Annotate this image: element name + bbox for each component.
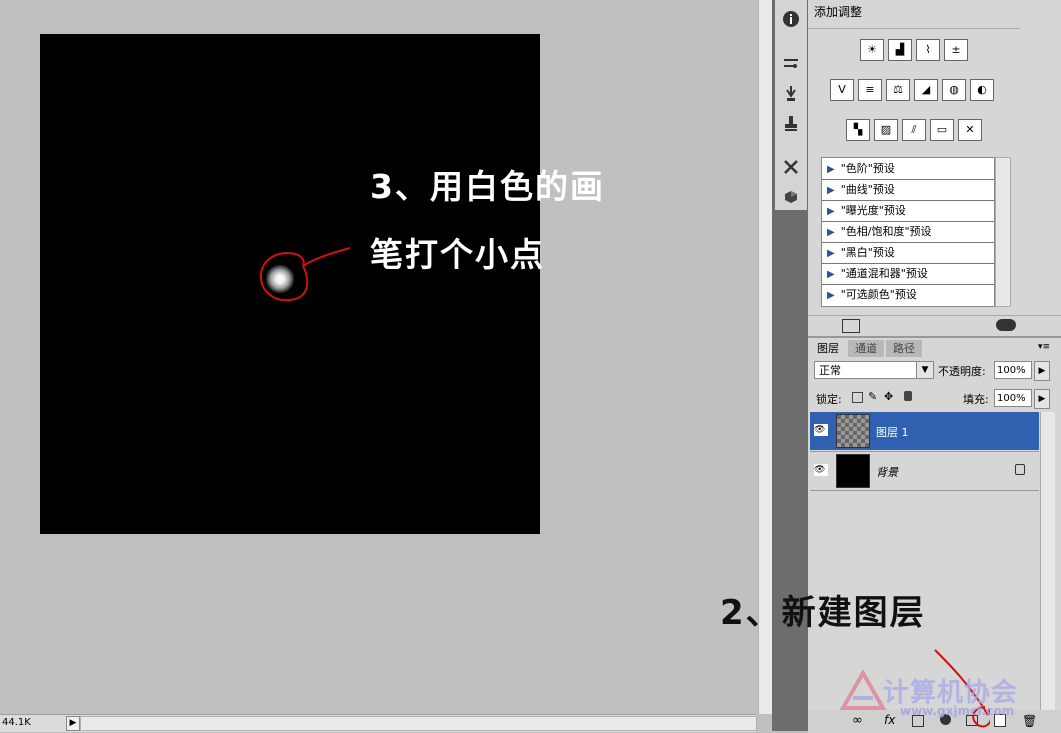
adjustments-panel: 添加调整 ☀ ▟ ⌇ ± V ≡ ⚖ ◢ ◍ ◐ ▚ ▨ ⫽ ▭ ✕ ▶ "色阶"… <box>808 0 1061 336</box>
clone-source-icon[interactable] <box>780 82 802 104</box>
stamp-icon[interactable] <box>780 112 802 134</box>
instruction-step3-line1: 3、用白色的画 <box>370 167 605 206</box>
layer-name: 图层 1 <box>876 426 909 439</box>
layer-name: 背景 <box>876 466 898 479</box>
watermark-url: www.gxjmcf.com <box>900 704 1015 718</box>
divider <box>808 315 1061 316</box>
chevron-down-icon[interactable]: ▼ <box>916 362 933 378</box>
panel-menu-icon[interactable]: ▾≡ <box>1038 342 1050 352</box>
lock-icon <box>1015 464 1025 475</box>
preset-label: "黑白"预设 <box>840 246 895 259</box>
hue-saturation-icon[interactable]: ≡ <box>858 79 882 101</box>
adjustment-presets-list: ▶ "色阶"预设 ▶ "曲线"预设 ▶ "曝光度"预设 ▶ "色相/饱和度"预设 ▶ "黑… <box>821 157 995 307</box>
exposure-icon[interactable]: ± <box>944 39 968 61</box>
tab-channels[interactable]: 通道 <box>848 340 884 357</box>
preset-item-channel-mixer[interactable]: ▶ "通道混和器"预设 <box>822 263 994 285</box>
threshold-icon[interactable]: ⫽ <box>902 119 926 141</box>
tab-layers[interactable]: 图层 <box>810 340 846 357</box>
lock-all-icon[interactable] <box>904 391 912 401</box>
layers-scrollbar[interactable] <box>1040 412 1055 712</box>
divider <box>808 28 1020 29</box>
red-annotation-circle <box>259 247 351 302</box>
blend-mode-select[interactable]: 正常 ▼ <box>814 361 934 379</box>
eye-icon[interactable]: 👁 <box>814 464 828 476</box>
lock-move-icon[interactable]: ✥ <box>884 390 893 403</box>
3d-icon[interactable] <box>780 186 802 208</box>
clip-to-layer-icon[interactable] <box>996 319 1016 331</box>
lock-transparent-icon[interactable] <box>852 392 863 403</box>
channel-mixer-icon[interactable]: ◐ <box>970 79 994 101</box>
panel-icon-strip <box>775 0 807 210</box>
expand-triangle-icon: ▶ <box>827 185 835 196</box>
tools-icon[interactable] <box>780 156 802 178</box>
document-workspace[interactable]: 3、用白色的画 笔打个小点 <box>0 0 756 714</box>
fill-input[interactable]: 100% <box>994 389 1032 407</box>
opacity-label: 不透明度: <box>938 365 986 378</box>
expand-triangle-icon: ▶ <box>827 269 835 280</box>
status-bar: 44.1K ▶ <box>0 714 757 732</box>
preset-label: "曝光度"预设 <box>840 204 906 217</box>
preset-label: "曲线"预设 <box>840 183 895 196</box>
layer-thumbnail <box>836 454 870 488</box>
instruction-step3-line2: 笔打个小点 <box>370 235 545 274</box>
adjustment-row-3: ▚ ▨ ⫽ ▭ ✕ <box>846 119 982 141</box>
preset-label: "通道混和器"预设 <box>840 267 928 280</box>
return-to-list-icon[interactable] <box>842 319 860 333</box>
posterize-icon[interactable]: ▨ <box>874 119 898 141</box>
invert-icon[interactable]: ▚ <box>846 119 870 141</box>
fill-slider-arrow[interactable]: ▶ <box>1034 389 1050 409</box>
layer-row-selected[interactable]: 👁 图层 1 <box>810 412 1039 450</box>
status-menu-arrow[interactable]: ▶ <box>66 716 80 731</box>
preset-label: "色相/饱和度"预设 <box>840 225 932 238</box>
preset-item-exposure[interactable]: ▶ "曝光度"预设 <box>822 200 994 222</box>
vibrance-icon[interactable]: V <box>830 79 854 101</box>
expand-triangle-icon: ▶ <box>827 206 835 217</box>
horizontal-scrollbar[interactable] <box>80 716 757 731</box>
lock-label: 锁定: <box>816 393 842 406</box>
info-icon[interactable] <box>780 8 802 30</box>
presets-scrollbar[interactable] <box>995 157 1011 307</box>
opacity-slider-arrow[interactable]: ▶ <box>1034 361 1050 381</box>
instruction-step2: 2、新建图层 <box>720 593 926 633</box>
tab-paths[interactable]: 路径 <box>886 340 922 357</box>
adjustment-row-1: ☀ ▟ ⌇ ± <box>860 39 968 61</box>
delete-layer-icon[interactable]: 🗑 <box>1022 714 1037 728</box>
opacity-input[interactable]: 100% <box>994 361 1032 379</box>
adjustments-title: 添加调整 <box>814 5 863 19</box>
eye-icon[interactable]: 👁 <box>814 424 828 436</box>
fill-label: 填充: <box>963 393 989 406</box>
expand-triangle-icon: ▶ <box>827 248 835 259</box>
lock-brush-icon[interactable]: ✎ <box>868 390 877 403</box>
preset-item-hue-saturation[interactable]: ▶ "色相/饱和度"预设 <box>822 221 994 243</box>
expand-triangle-icon: ▶ <box>827 164 835 175</box>
zoom-readout: 44.1K <box>2 717 31 728</box>
curves-icon[interactable]: ⌇ <box>916 39 940 61</box>
brightness-icon[interactable]: ☀ <box>860 39 884 61</box>
expand-triangle-icon: ▶ <box>827 290 835 301</box>
preset-item-black-white[interactable]: ▶ "黑白"预设 <box>822 242 994 264</box>
brush-presets-icon[interactable] <box>780 52 802 74</box>
color-balance-icon[interactable]: ⚖ <box>886 79 910 101</box>
preset-item-curves[interactable]: ▶ "曲线"预设 <box>822 179 994 201</box>
preset-item-selective-color[interactable]: ▶ "可选颜色"预设 <box>822 284 994 305</box>
gradient-map-icon[interactable]: ▭ <box>930 119 954 141</box>
preset-label: "色阶"预设 <box>840 162 895 175</box>
photo-filter-icon[interactable]: ◍ <box>942 79 966 101</box>
watermark-logo <box>839 668 887 710</box>
black-white-icon[interactable]: ◢ <box>914 79 938 101</box>
adjustment-row-2: V ≡ ⚖ ◢ ◍ ◐ <box>830 79 994 101</box>
preset-item-levels[interactable]: ▶ "色阶"预设 <box>822 158 994 180</box>
layer-row[interactable]: 👁 背景 <box>810 451 1039 491</box>
preset-label: "可选颜色"预设 <box>840 288 917 301</box>
selective-color-icon[interactable]: ✕ <box>958 119 982 141</box>
expand-triangle-icon: ▶ <box>827 227 835 238</box>
blend-mode-value: 正常 <box>819 364 841 377</box>
layer-thumbnail <box>836 414 870 448</box>
levels-icon[interactable]: ▟ <box>888 39 912 61</box>
